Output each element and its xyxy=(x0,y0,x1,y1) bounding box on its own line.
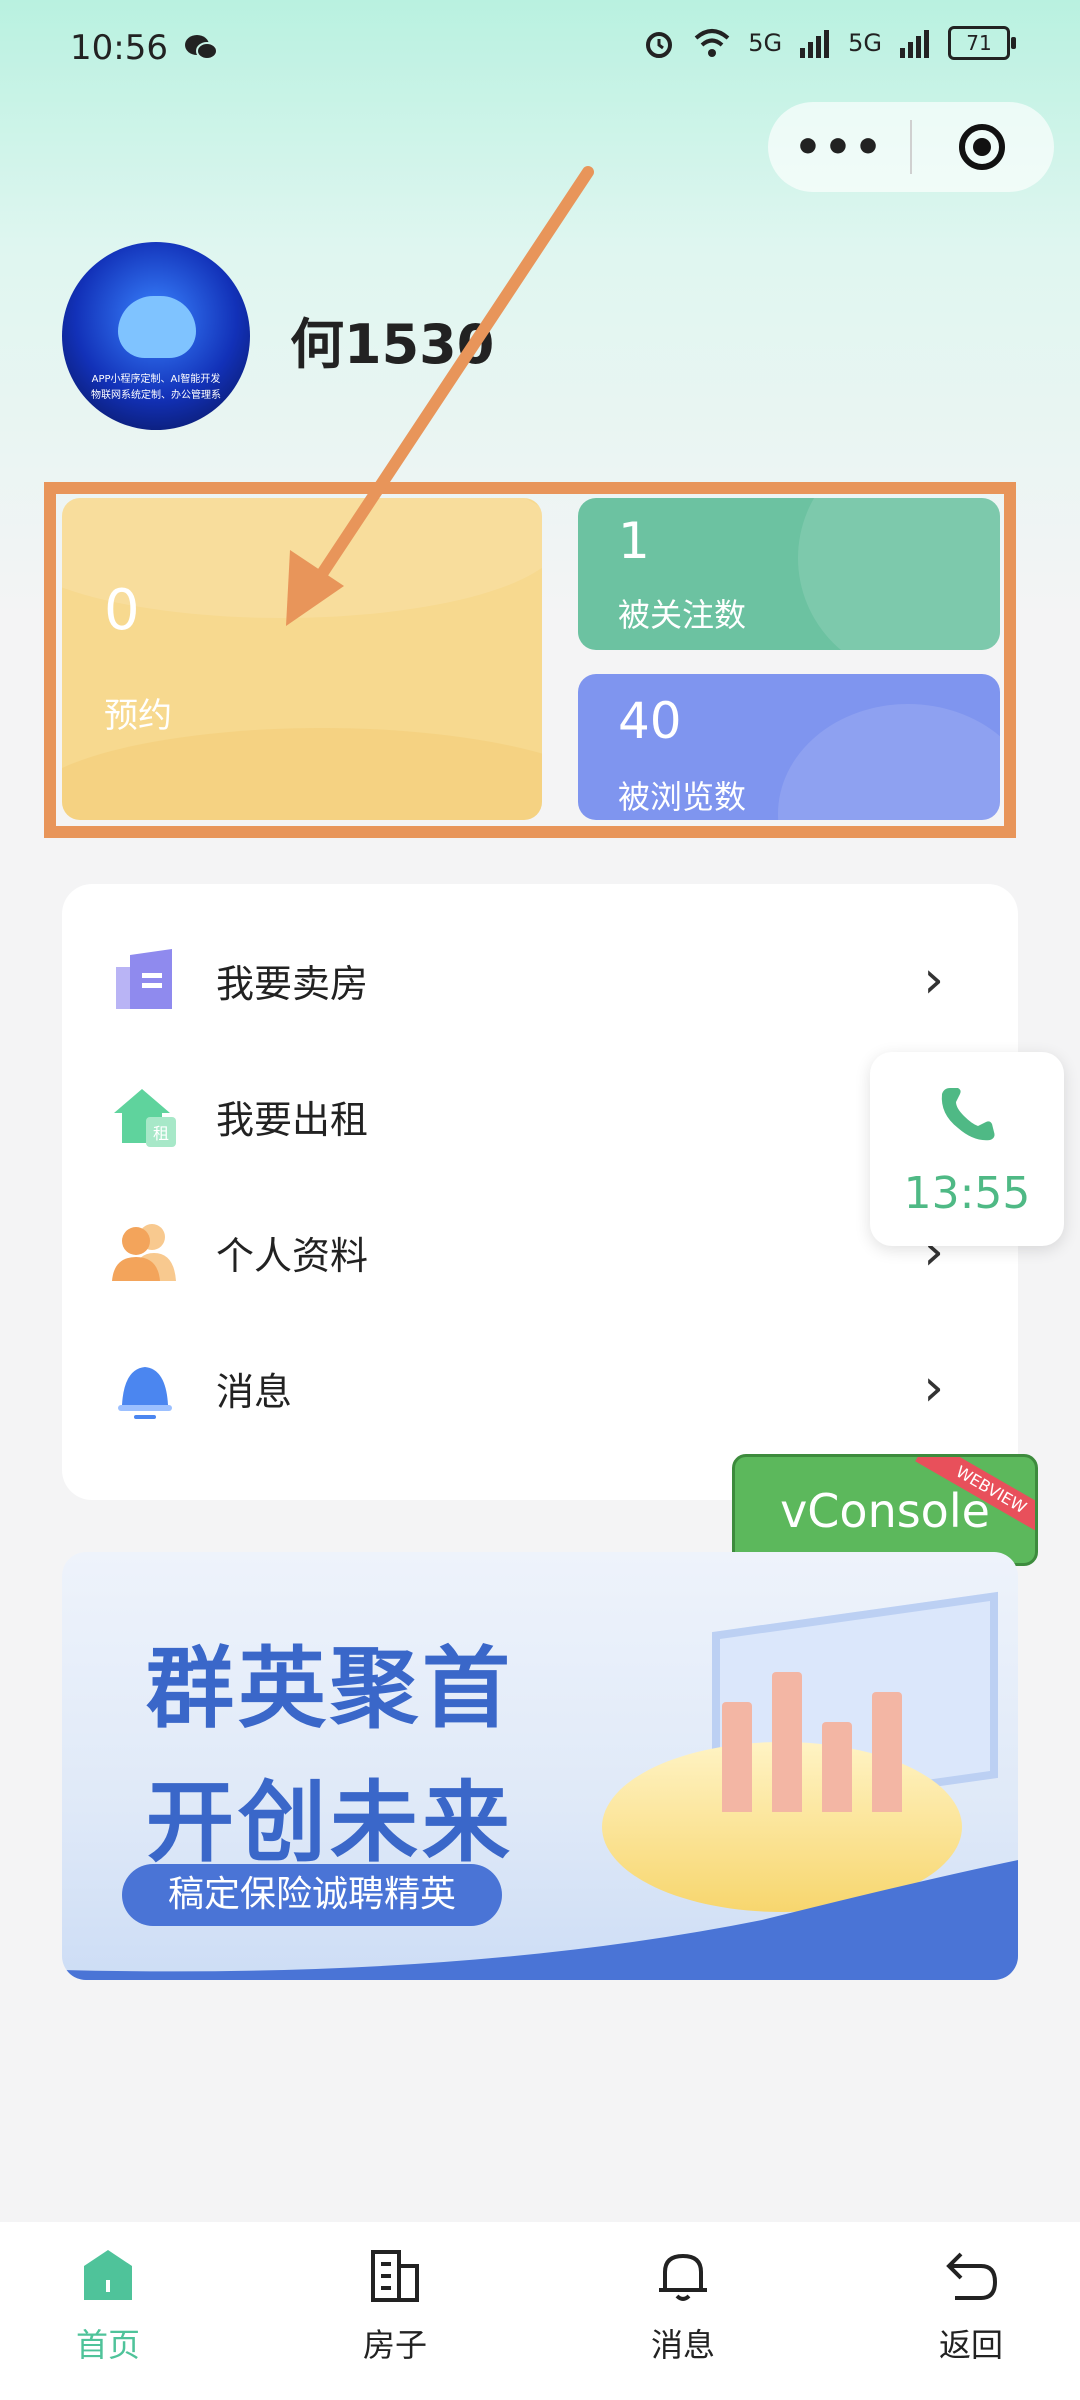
phone-icon xyxy=(941,1088,995,1141)
bottom-nav: 首页 房子 消息 返回 xyxy=(0,2222,1080,2400)
nav-label-messages: 消息 xyxy=(650,2326,715,2364)
banner-headline-1: 群英聚首 xyxy=(146,1637,515,1740)
nav-label-home: 首页 xyxy=(75,2326,140,2364)
vconsole-label: vConsole xyxy=(780,1484,990,1538)
close-miniprogram-button[interactable] xyxy=(912,124,1052,170)
nav-label-houses: 房子 xyxy=(362,2326,427,2364)
bell-icon xyxy=(118,1367,172,1419)
house-rent-icon: 租 xyxy=(114,1089,176,1147)
nav-item-home[interactable]: 首页 xyxy=(33,2246,183,2366)
status-time: 10:56 xyxy=(70,28,168,68)
nav-item-messages[interactable]: 消息 xyxy=(608,2246,758,2366)
wechat-icon xyxy=(184,35,218,60)
chart-bar-illustration xyxy=(822,1722,852,1812)
recruitment-banner[interactable]: 群英聚首 开创未来 稿定保险诚聘精英 xyxy=(62,1552,1018,1980)
menu-label-rent-out: 我要出租 xyxy=(216,1097,369,1142)
vconsole-button[interactable]: vConsole WEBVIEW xyxy=(732,1454,1038,1566)
signal-icon xyxy=(900,30,929,58)
avatar-caption-2: 物联网系统定制、办公管理系 xyxy=(91,390,221,401)
target-icon xyxy=(959,124,1005,170)
miniprogram-capsule: ••• xyxy=(768,102,1054,192)
status-bar-left: 10:56 xyxy=(70,28,218,68)
signal-icon xyxy=(800,30,830,58)
menu-label-profile: 个人资料 xyxy=(216,1233,369,1278)
building-icon xyxy=(116,949,172,1009)
user-icon xyxy=(112,1224,176,1281)
network-label-2: 5G xyxy=(848,29,882,57)
chart-bar-illustration xyxy=(722,1702,752,1812)
network-label-1: 5G xyxy=(748,29,783,57)
whale-mascot-icon xyxy=(118,296,196,358)
avatar-caption-1: APP小程序定制、AI智能开发 xyxy=(91,374,221,385)
nav-item-houses[interactable]: 房子 xyxy=(320,2246,470,2366)
nav-item-back[interactable]: 返回 xyxy=(896,2246,1046,2366)
battery-icon: 71 xyxy=(948,26,1016,60)
back-icon xyxy=(946,2252,998,2300)
building-icon xyxy=(371,2250,419,2302)
status-bar-right: 5G 5G 71 xyxy=(642,26,1016,60)
chart-bar-illustration xyxy=(772,1672,802,1812)
bell-icon xyxy=(659,2253,707,2301)
home-icon xyxy=(84,2250,132,2300)
banner-tagline: 稿定保险诚聘精英 xyxy=(122,1864,502,1926)
annotation-highlight-box xyxy=(44,482,1016,838)
call-duration: 13:55 xyxy=(903,1168,1031,1219)
chevron-right-icon: › xyxy=(923,1358,944,1418)
alarm-icon xyxy=(646,32,673,58)
chart-bar-illustration xyxy=(872,1692,902,1812)
avatar[interactable]: APP小程序定制、AI智能开发 物联网系统定制、办公管理系 xyxy=(62,242,250,430)
battery-level: 71 xyxy=(966,31,992,55)
menu-label-messages: 消息 xyxy=(216,1369,293,1414)
floating-call-widget[interactable]: 13:55 xyxy=(870,1052,1064,1246)
nav-label-back: 返回 xyxy=(938,2326,1003,2364)
svg-text:租: 租 xyxy=(153,1124,169,1143)
menu-item-sell-house[interactable]: 我要卖房 › xyxy=(62,912,1018,1048)
menu-label-sell-house: 我要卖房 xyxy=(216,961,369,1006)
menu-item-messages[interactable]: 消息 › xyxy=(62,1320,1018,1456)
banner-headline-2: 开创未来 xyxy=(146,1771,515,1874)
wifi-icon xyxy=(694,29,730,57)
chevron-right-icon: › xyxy=(923,950,944,1010)
more-button[interactable]: ••• xyxy=(768,122,910,173)
username: 何1530 xyxy=(290,313,495,376)
